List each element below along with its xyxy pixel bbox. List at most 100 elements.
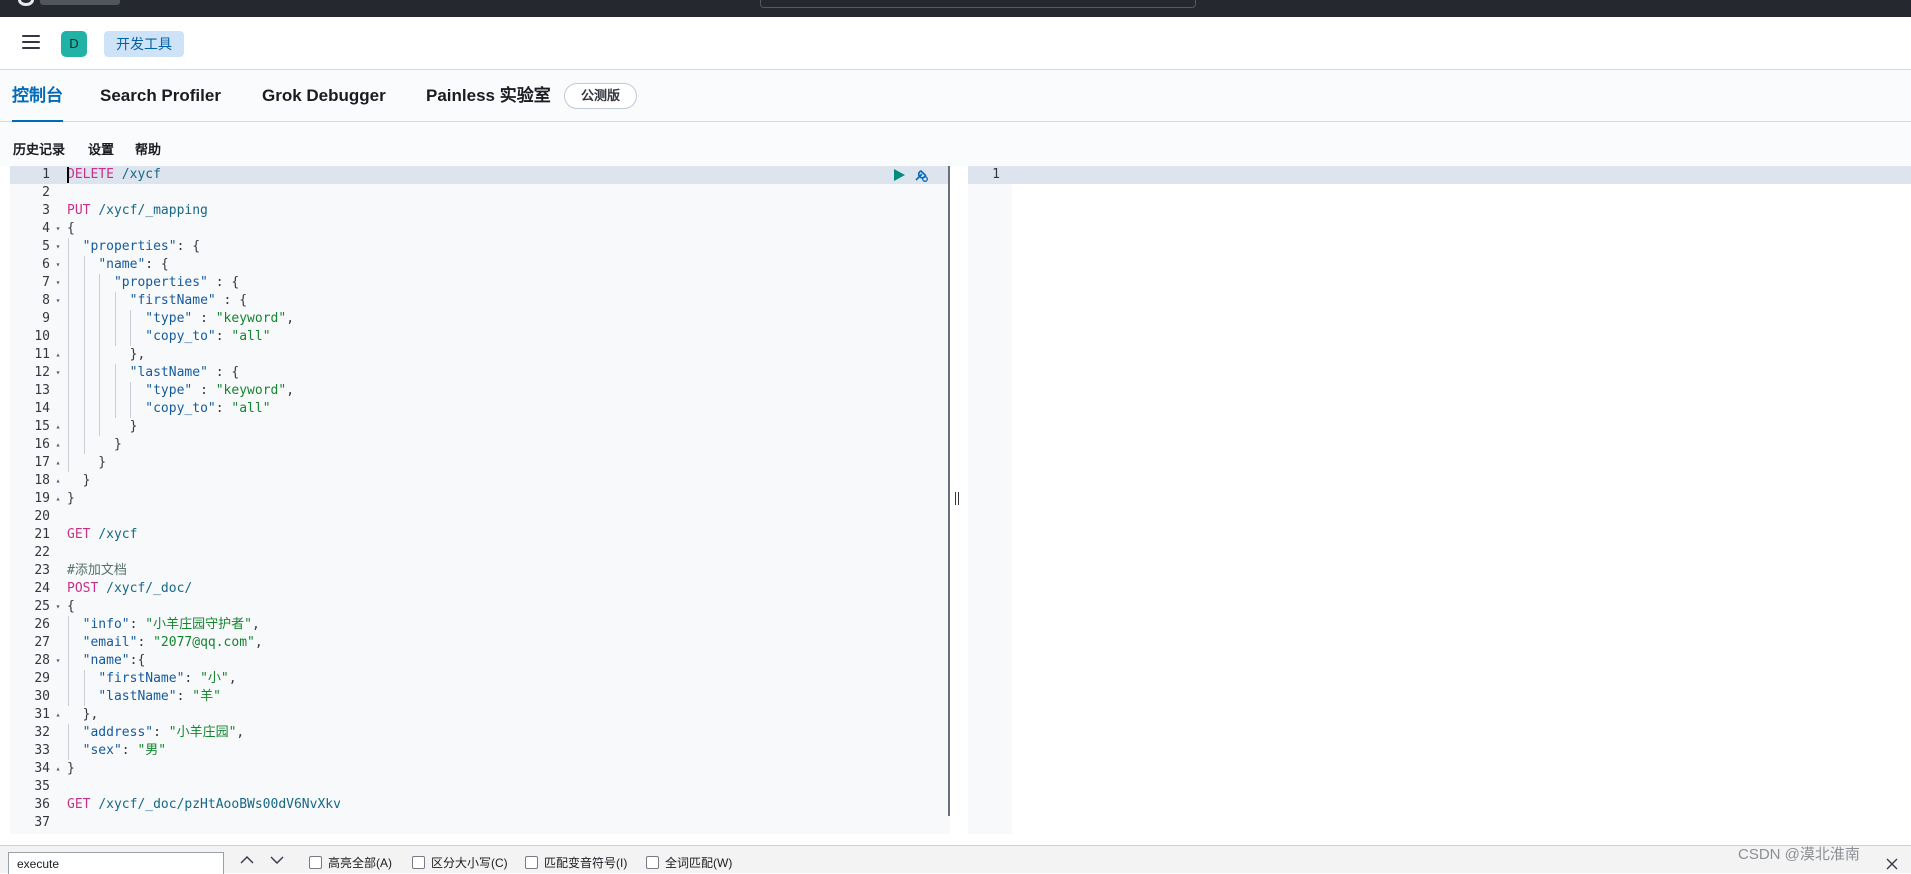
editor-line[interactable]: 18 ▴ }	[10, 472, 950, 490]
settings-link[interactable]: 设置	[88, 139, 114, 158]
request-editor[interactable]: 1 DELETE /xycf 2 3 PUT /xycf/_mapping 4 ▾{5 ▾ "…	[10, 166, 950, 834]
editor-line[interactable]: 8 ▾ "firstName" : {	[10, 292, 950, 310]
editor-line[interactable]: 15 ▴ }	[10, 418, 950, 436]
line-number: 28	[34, 653, 50, 668]
editor-line[interactable]: 22	[10, 544, 950, 562]
fold-open-icon[interactable]: ▾	[53, 238, 63, 256]
editor-line[interactable]: 1 DELETE /xycf	[10, 166, 950, 184]
editor-line[interactable]: 11 ▴ },	[10, 346, 950, 364]
code-text: GET /xycf/_doc/pzHtAooBWs00dV6NvXkv	[67, 797, 341, 812]
editor-line[interactable]: 31 ▴ },	[10, 706, 950, 724]
editor-line[interactable]: 24 POST /xycf/_doc/	[10, 580, 950, 598]
indent-guide	[99, 400, 101, 418]
editor-line[interactable]: 12 ▾ "lastName" : {	[10, 364, 950, 382]
editor-line[interactable]: 37	[10, 814, 950, 832]
indent-guide	[114, 328, 116, 346]
fold-open-icon[interactable]: ▾	[53, 598, 63, 616]
editor-line[interactable]: 35	[10, 778, 950, 796]
space-avatar[interactable]: D	[61, 31, 87, 57]
tab-grok-debugger[interactable]: Grok Debugger	[262, 70, 386, 122]
match-diacritics-checkbox[interactable]: 匹配变音符号(I)	[525, 855, 627, 871]
editor-line[interactable]: 28 ▾ "name":{	[10, 652, 950, 670]
editor-line[interactable]: 16 ▴ }	[10, 436, 950, 454]
global-search-bar[interactable]	[760, 0, 1196, 8]
find-previous-icon[interactable]	[240, 855, 254, 865]
editor-line[interactable]: 32 "address": "小羊庄园",	[10, 724, 950, 742]
fold-open-icon[interactable]: ▾	[53, 274, 63, 292]
editor-line[interactable]: 19 ▴}	[10, 490, 950, 508]
editor-line[interactable]: 9 "type" : "keyword",	[10, 310, 950, 328]
editor-line[interactable]: 26 "info": "小羊庄园守护者",	[10, 616, 950, 634]
editor-line[interactable]: 23 #添加文档	[10, 562, 950, 580]
fold-close-icon[interactable]: ▴	[53, 706, 63, 724]
breadcrumb[interactable]: 开发工具	[104, 31, 184, 57]
editor-line[interactable]: 4 ▾ {	[10, 220, 950, 238]
fold-close-icon[interactable]: ▴	[53, 346, 63, 364]
match-case-label: 区分大小写(C)	[431, 855, 508, 870]
code-text: }	[67, 491, 75, 506]
editor-line[interactable]: 17 ▴ }	[10, 454, 950, 472]
line-number: 25	[34, 599, 50, 614]
line-number: 11	[34, 347, 50, 362]
play-icon[interactable]	[894, 169, 905, 181]
editor-line[interactable]: 10 "copy_to": "all"	[10, 328, 950, 346]
wrench-icon[interactable]	[912, 167, 930, 183]
editor-line[interactable]: 13 "type" : "keyword",	[10, 382, 950, 400]
fold-close-icon[interactable]: ▴	[53, 490, 63, 508]
code-text: PUT /xycf/_mapping	[67, 203, 208, 218]
editor-line[interactable]: 29 "firstName": "小",	[10, 670, 950, 688]
editor-line[interactable]: 33 "sex": "男"	[10, 742, 950, 760]
response-output[interactable]: 1	[968, 166, 1911, 834]
editor-line[interactable]: 20	[10, 508, 950, 526]
editor-line[interactable]: 36 GET /xycf/_doc/pzHtAooBWs00dV6NvXkv	[10, 796, 950, 814]
indent-guide	[130, 328, 132, 346]
indent-guide	[68, 652, 69, 670]
indent-guide	[68, 418, 69, 436]
editor-line[interactable]: 6 ▾ "name": {	[10, 256, 950, 274]
fold-close-icon[interactable]: ▴	[53, 454, 63, 472]
elastic-logo-icon[interactable]	[18, 0, 34, 6]
line-number: 23	[34, 563, 50, 578]
editor-line[interactable]: 34 ▴}	[10, 760, 950, 778]
fold-open-icon[interactable]: ▾	[53, 364, 63, 382]
line-number: 14	[34, 401, 50, 416]
fold-close-icon[interactable]: ▴	[53, 472, 63, 490]
editor-line[interactable]: 25 ▾ {	[10, 598, 950, 616]
menu-icon[interactable]	[22, 35, 40, 51]
fold-close-icon[interactable]: ▴	[53, 418, 63, 436]
highlight-all-checkbox[interactable]: 高亮全部(A)	[309, 855, 392, 871]
whole-words-checkbox[interactable]: 全词匹配(W)	[646, 855, 732, 871]
fold-open-icon[interactable]: ▾	[53, 292, 63, 310]
code-text: }	[67, 437, 122, 452]
fold-close-icon[interactable]: ▴	[53, 760, 63, 778]
history-link[interactable]: 历史记录	[13, 139, 65, 158]
indent-guide	[114, 292, 116, 310]
help-link[interactable]: 帮助	[135, 139, 161, 158]
editor-line[interactable]: 7 ▾ "properties" : {	[10, 274, 950, 292]
code-text: "address": "小羊庄园",	[82, 725, 245, 740]
editor-line[interactable]: 3 PUT /xycf/_mapping	[10, 202, 950, 220]
editor-line[interactable]: 5 ▾ "properties": {	[10, 238, 950, 256]
editor-line[interactable]: 2	[10, 184, 950, 202]
editor-line[interactable]: 30 "lastName": "羊"	[10, 688, 950, 706]
indent-guide	[68, 688, 69, 706]
match-case-checkbox[interactable]: 区分大小写(C)	[412, 855, 508, 871]
tab-console[interactable]: 控制台	[12, 70, 63, 123]
line-number: 12	[34, 365, 50, 380]
panel-resize-handle[interactable]	[954, 490, 962, 508]
find-next-icon[interactable]	[270, 855, 284, 865]
editor-line[interactable]: 14 "copy_to": "all"	[10, 400, 950, 418]
line-number: 6	[42, 257, 50, 272]
close-icon[interactable]	[1886, 858, 1898, 870]
fold-open-icon[interactable]: ▾	[53, 220, 63, 238]
output-gutter	[968, 166, 1012, 834]
find-input[interactable]	[8, 852, 224, 874]
editor-line[interactable]: 27 "email": "2077@qq.com",	[10, 634, 950, 652]
fold-open-icon[interactable]: ▾	[53, 652, 63, 670]
fold-close-icon[interactable]: ▴	[53, 436, 63, 454]
fold-open-icon[interactable]: ▾	[53, 256, 63, 274]
tab-painless-lab[interactable]: Painless 实验室	[426, 70, 551, 122]
editor-line[interactable]: 21 GET /xycf	[10, 526, 950, 544]
tab-search-profiler[interactable]: Search Profiler	[100, 70, 221, 122]
text-cursor	[67, 167, 69, 183]
